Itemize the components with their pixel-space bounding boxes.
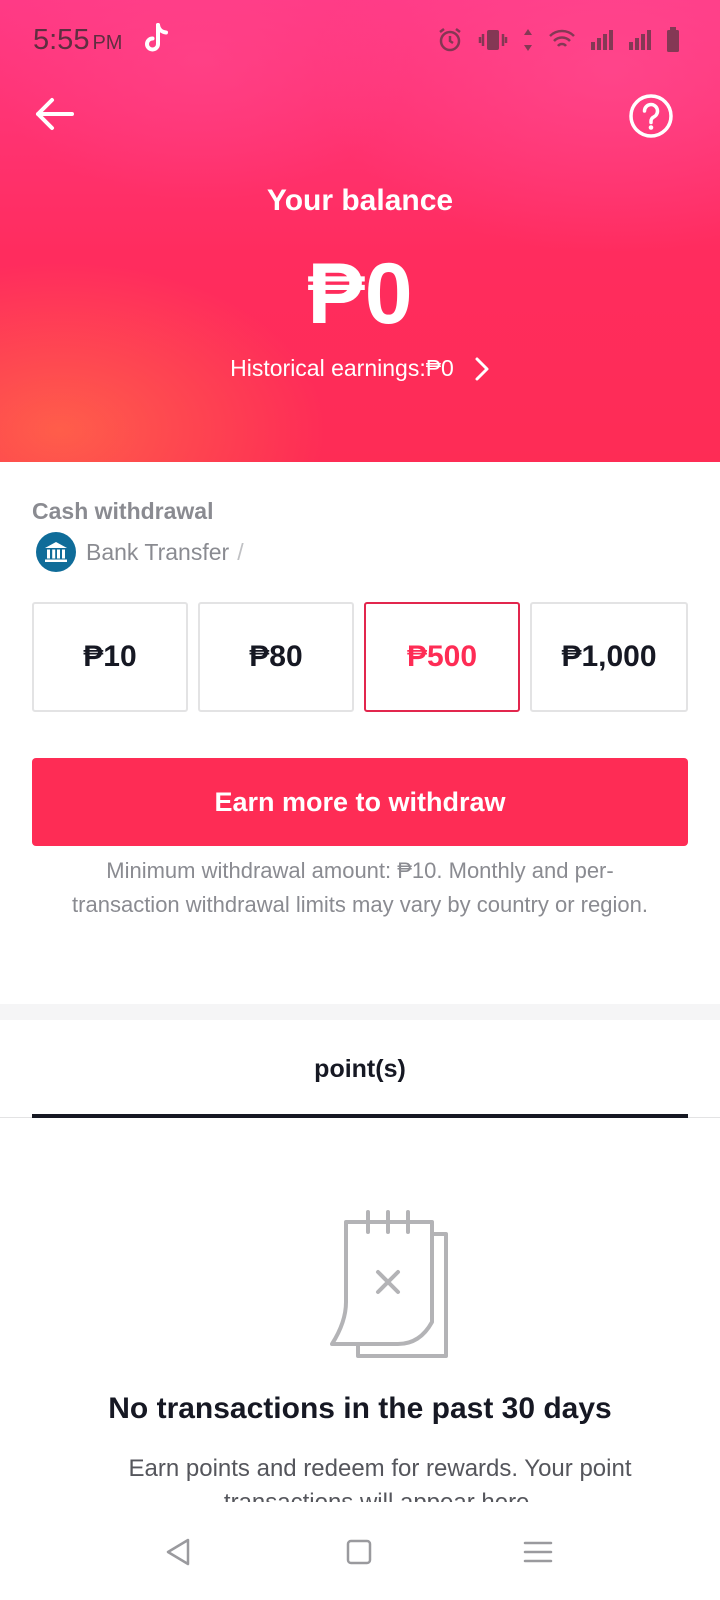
calendar-x-icon [330, 1210, 448, 1358]
nav-home-icon [346, 1539, 372, 1565]
historical-earnings-text: Historical earnings:₱0 [230, 355, 454, 381]
historical-earnings-link[interactable]: Historical earnings:₱0 [0, 355, 720, 382]
balance-value: ₱0 [307, 246, 413, 342]
amount-option[interactable]: ₱80 [198, 602, 354, 712]
amount-option[interactable]: ₱10 [32, 602, 188, 712]
withdrawal-method[interactable]: Bank Transfer / [36, 532, 244, 572]
cash-withdrawal-title: Cash withdrawal [32, 498, 214, 524]
method-label: Bank Transfer [86, 538, 230, 565]
vibrate-icon [478, 30, 508, 50]
tab-active-indicator [32, 1114, 688, 1118]
method-separator: / [237, 538, 244, 565]
tab-points[interactable]: point(s) [32, 1020, 688, 1118]
battery-icon [667, 27, 679, 52]
data-arrows-icon [524, 29, 532, 51]
system-nav-bar [0, 1502, 720, 1600]
nav-home-button[interactable] [337, 1530, 381, 1574]
status-time-value: 5:55 [33, 24, 90, 56]
nav-back-button[interactable] [156, 1530, 200, 1574]
status-time-ampm: PM [92, 32, 123, 54]
signal-icon [629, 30, 651, 50]
nav-menu-button[interactable] [516, 1530, 560, 1574]
wifi-icon [549, 29, 575, 47]
back-arrow-icon[interactable] [32, 92, 76, 136]
cash-withdrawal-section: Cash withdrawal Bank Transfer / ₱10 ₱80 … [0, 462, 720, 1002]
empty-state-description: Earn points and redeem for rewards. Your… [128, 1455, 632, 1504]
status-bar: 5:55 PM [0, 0, 720, 84]
status-icons [436, 26, 680, 54]
bank-icon [36, 532, 76, 572]
chevron-right-icon [475, 357, 489, 380]
tiktok-icon [145, 23, 168, 52]
status-time: 5:55 PM [33, 24, 122, 57]
withdrawal-note: Minimum withdrawal amount: ₱10. Monthly … [72, 858, 648, 917]
earn-more-button[interactable]: Earn more to withdraw [32, 758, 688, 846]
alarm-icon [439, 28, 461, 52]
amount-option[interactable]: ₱500 [364, 602, 520, 712]
tab-bar: point(s) [0, 1020, 720, 1118]
section-divider [0, 1004, 720, 1020]
help-icon[interactable] [628, 93, 674, 139]
balance-header: 5:55 PM Your balance ₱0 Historical earni… [0, 0, 720, 462]
balance-label: Your balance [266, 184, 454, 217]
amount-options: ₱10 ₱80 ₱500 ₱1,000 [32, 602, 688, 712]
signal-icon [591, 30, 613, 50]
empty-state-title: No transactions in the past 30 days [108, 1392, 612, 1425]
nav-menu-icon [523, 1541, 553, 1563]
nav-back-icon [166, 1538, 190, 1566]
amount-option[interactable]: ₱1,000 [530, 602, 688, 712]
